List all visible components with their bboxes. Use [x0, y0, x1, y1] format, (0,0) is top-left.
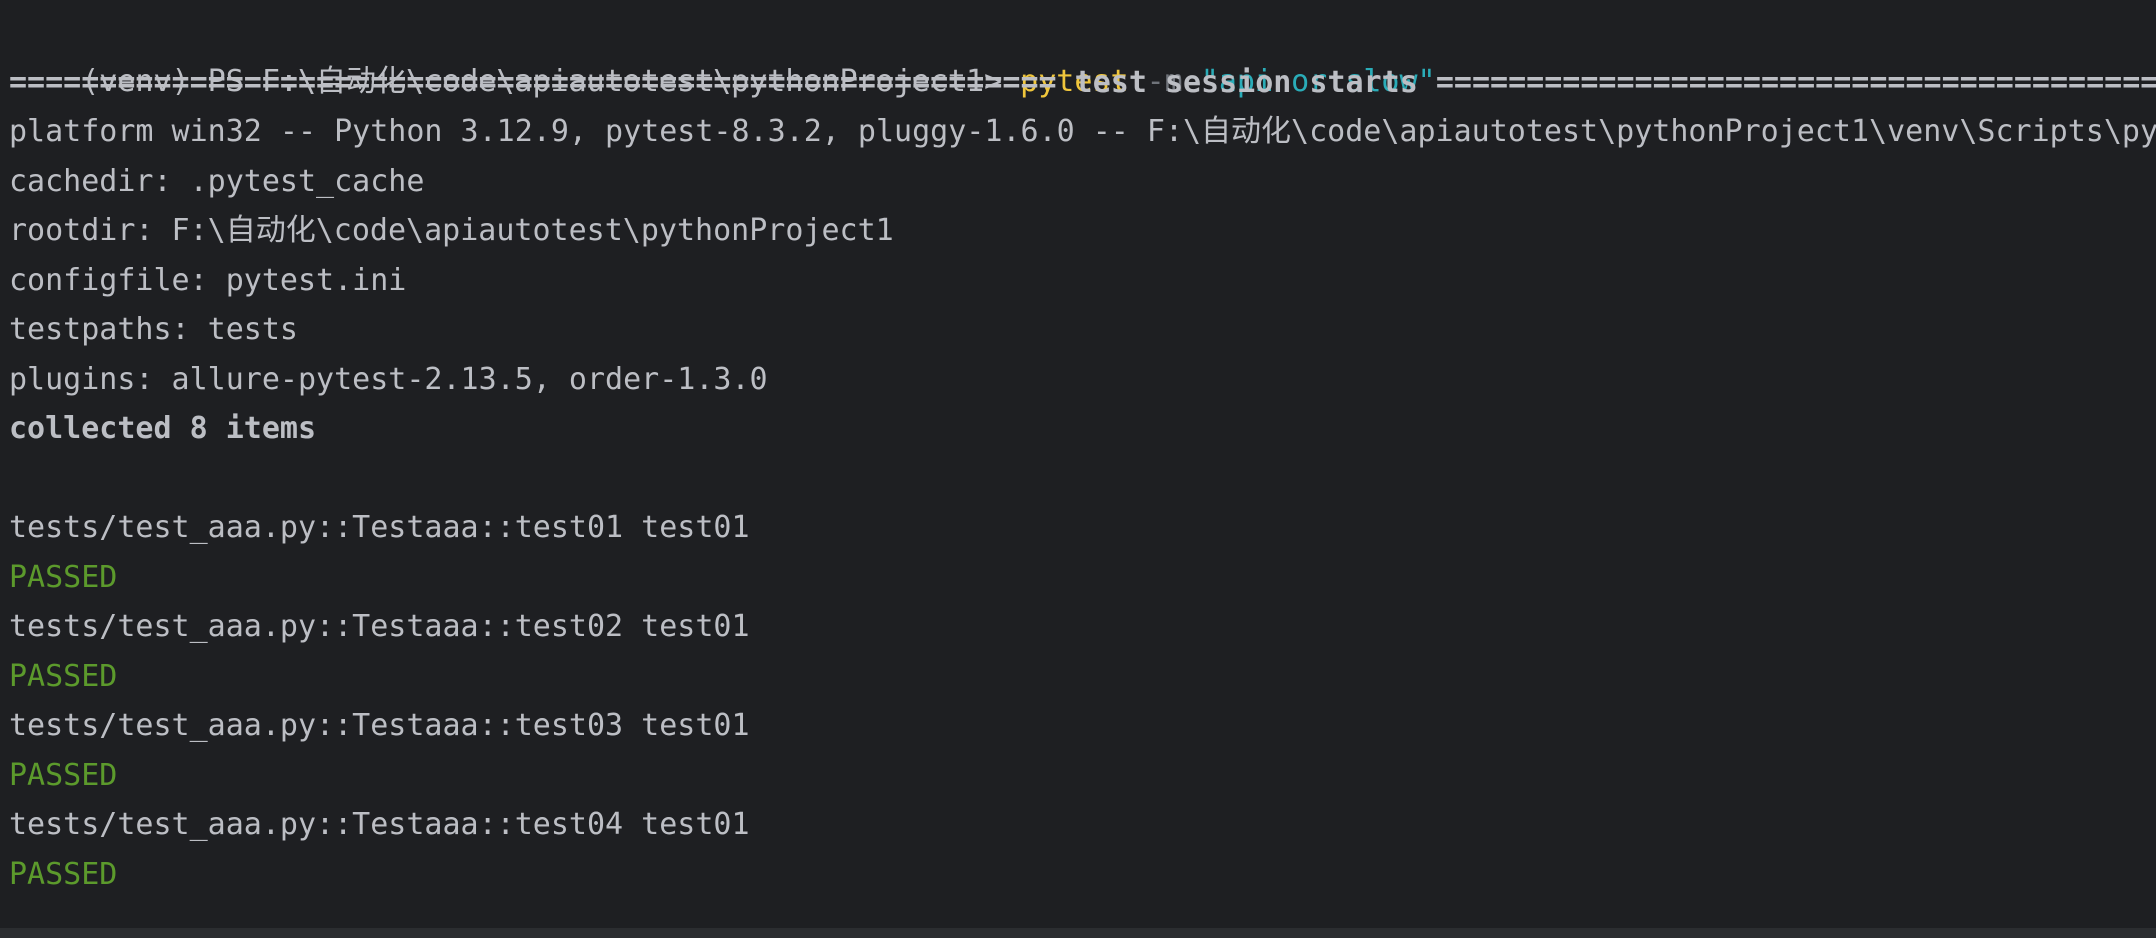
- test-status-passed: PASSED: [9, 758, 118, 793]
- rootdir-line: rootdir: F:\自动化\code\apiautotest\pythonP…: [9, 213, 894, 248]
- test-status-passed: PASSED: [9, 659, 118, 694]
- plugins-line: plugins: allure-pytest-2.13.5, order-1.3…: [9, 362, 768, 397]
- test-name-line: tests/test_aaa.py::Testaaa::test03 test0…: [9, 708, 750, 743]
- cachedir-line: cachedir: .pytest_cache: [9, 164, 425, 199]
- test-name-line: tests/test_aaa.py::Testaaa::test01 test0…: [9, 510, 750, 545]
- command-line: (venv) PS F:\自动化\code\apiautotest\python…: [9, 8, 1435, 99]
- horizontal-scrollbar[interactable]: [0, 928, 2156, 938]
- testpaths-line: testpaths: tests: [9, 312, 298, 347]
- test-status-passed: PASSED: [9, 857, 118, 892]
- test-name-line: tests/test_aaa.py::Testaaa::test04 test0…: [9, 807, 750, 842]
- collected-line: collected 8 items: [9, 411, 317, 446]
- terminal-output[interactable]: (venv) PS F:\自动化\code\apiautotest\python…: [0, 0, 2156, 928]
- platform-line: platform win32 -- Python 3.12.9, pytest-…: [9, 114, 2156, 149]
- test-name-line: tests/test_aaa.py::Testaaa::test02 test0…: [9, 609, 750, 644]
- configfile-line: configfile: pytest.ini: [9, 263, 407, 298]
- test-status-passed: PASSED: [9, 560, 118, 595]
- session-header: ========================================…: [9, 65, 2156, 100]
